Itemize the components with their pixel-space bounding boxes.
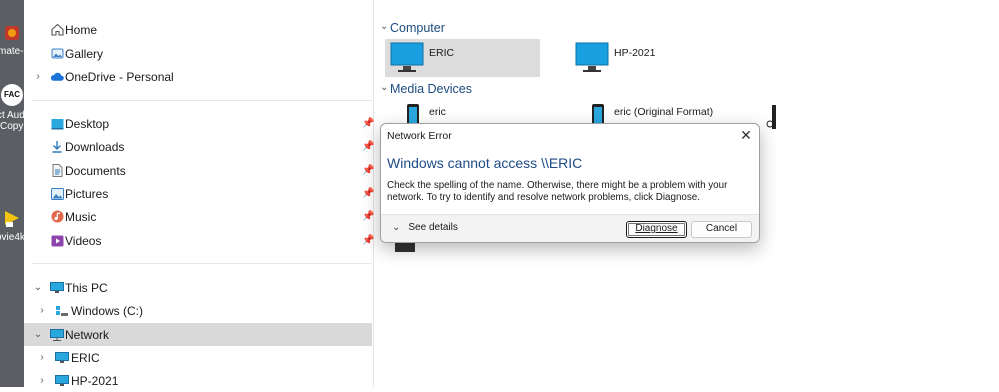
movie-app-icon[interactable]	[0, 208, 24, 231]
computer-icon	[55, 374, 69, 388]
nav-item-windows-c[interactable]: › Windows (C:)	[24, 299, 372, 322]
nav-item-pictures[interactable]: Pictures 📌	[24, 182, 374, 205]
desktop-app-icon[interactable]	[0, 24, 24, 45]
chevron-right-icon[interactable]: ›	[36, 305, 48, 316]
diagnose-button-label: Diagnose	[635, 223, 678, 234]
desktop-folder-icon	[50, 117, 64, 131]
nav-item-onedrive[interactable]: › OneDrive - Personal	[24, 65, 372, 88]
chevron-down-icon[interactable]: ⌄	[32, 329, 44, 340]
nav-item-gallery[interactable]: Gallery	[24, 42, 372, 65]
desktop-icon-label: ovie4k	[0, 232, 24, 243]
chevron-right-icon[interactable]: ›	[36, 375, 48, 386]
nav-divider	[32, 263, 372, 264]
pin-icon[interactable]: 📌	[362, 188, 374, 199]
cloud-icon	[50, 70, 64, 84]
nav-label: Desktop	[65, 116, 110, 131]
window-background	[778, 0, 999, 387]
nav-item-desktop[interactable]: Desktop 📌	[24, 112, 374, 135]
nav-item-music[interactable]: Music 📌	[24, 205, 374, 228]
nav-label: Documents	[65, 163, 126, 178]
pin-icon[interactable]: 📌	[362, 235, 374, 246]
nav-label: Pictures	[65, 186, 109, 201]
nav-label: Home	[65, 22, 98, 37]
nav-item-documents[interactable]: Documents 📌	[24, 159, 374, 182]
nav-item-home[interactable]: Home	[24, 18, 372, 41]
tile-label: HP-2021	[614, 47, 656, 59]
see-details-label: See details	[408, 222, 458, 233]
group-header-media-devices[interactable]: Media Devices	[390, 82, 472, 96]
desktop-icon-label-line2: Copy	[0, 121, 24, 132]
chevron-down-icon[interactable]: ⌄	[380, 82, 388, 93]
pin-icon[interactable]: 📌	[362, 141, 374, 152]
navigation-pane: Home Gallery › OneDrive - Personal Deskt…	[24, 0, 374, 388]
tile-label: ERIC	[429, 47, 455, 59]
pc-icon	[50, 281, 64, 295]
nav-label: This PC	[65, 280, 108, 295]
nav-divider	[32, 100, 372, 101]
nav-item-videos[interactable]: Videos 📌	[24, 229, 374, 252]
desktop-icon-label: ct Aud	[0, 110, 24, 121]
chevron-down-icon[interactable]: ⌄	[380, 21, 388, 32]
network-error-dialog: Network Error ✕ Windows cannot access \\…	[380, 123, 760, 243]
nav-label: Videos	[65, 233, 102, 248]
nav-item-network[interactable]: ⌄ Network	[24, 323, 372, 346]
nav-label: HP-2021	[71, 373, 119, 388]
documents-icon	[50, 164, 64, 178]
dialog-title: Network Error	[387, 130, 452, 142]
nav-item-hp-2021[interactable]: › HP-2021	[24, 369, 372, 392]
nav-item-this-pc[interactable]: ⌄ This PC	[24, 276, 372, 299]
desktop-strip: mate-C FAC ct Aud Copy ovie4k	[0, 0, 24, 387]
nav-label: Music	[65, 209, 97, 224]
monitor-icon	[390, 42, 424, 77]
tile-label: eric	[429, 106, 446, 118]
cancel-button[interactable]: Cancel	[691, 221, 752, 238]
monitor-icon	[575, 42, 609, 77]
dialog-footer: ⌄ See details Diagnose Cancel	[381, 214, 759, 242]
network-icon	[50, 328, 64, 342]
chevron-down-icon: ⌄	[392, 222, 401, 233]
music-icon	[50, 210, 64, 224]
videos-icon	[50, 234, 64, 248]
drive-icon	[55, 304, 69, 318]
home-icon	[50, 23, 64, 37]
nav-label: Windows (C:)	[71, 303, 144, 318]
gallery-icon	[50, 47, 64, 61]
nav-item-eric[interactable]: › ERIC	[24, 346, 372, 369]
pictures-icon	[50, 187, 64, 201]
nav-label: Network	[65, 327, 110, 342]
computer-tile-hp-2021[interactable]: HP-2021	[570, 39, 725, 77]
nav-label: Downloads	[65, 139, 125, 154]
group-header-computer[interactable]: Computer	[390, 21, 445, 35]
dialog-message: Check the spelling of the name. Otherwis…	[387, 180, 728, 203]
nav-item-downloads[interactable]: Downloads 📌	[24, 135, 374, 158]
close-icon[interactable]: ✕	[737, 126, 755, 144]
chevron-right-icon[interactable]: ›	[36, 352, 48, 363]
tile-label: eric (Original Format)	[614, 106, 714, 118]
pin-icon[interactable]: 📌	[362, 165, 374, 176]
media-device-partial-icon[interactable]	[762, 104, 778, 133]
fac-app-icon[interactable]: FAC	[0, 84, 24, 106]
download-icon	[50, 140, 64, 154]
computer-icon	[55, 351, 69, 365]
dialog-heading: Windows cannot access \\ERIC	[387, 155, 583, 171]
see-details-toggle[interactable]: ⌄ See details	[392, 222, 458, 233]
desktop-icon-label: mate-C	[0, 46, 24, 57]
nav-label: Gallery	[65, 46, 104, 61]
diagnose-button[interactable]: Diagnose	[626, 221, 687, 238]
pin-icon[interactable]: 📌	[362, 211, 374, 222]
chevron-down-icon[interactable]: ⌄	[32, 282, 44, 293]
nav-label: ERIC	[71, 350, 100, 365]
chevron-right-icon[interactable]: ›	[32, 71, 44, 82]
nav-label: OneDrive - Personal	[65, 69, 174, 84]
computer-tile-eric[interactable]: ERIC	[385, 39, 540, 77]
pin-icon[interactable]: 📌	[362, 118, 374, 129]
